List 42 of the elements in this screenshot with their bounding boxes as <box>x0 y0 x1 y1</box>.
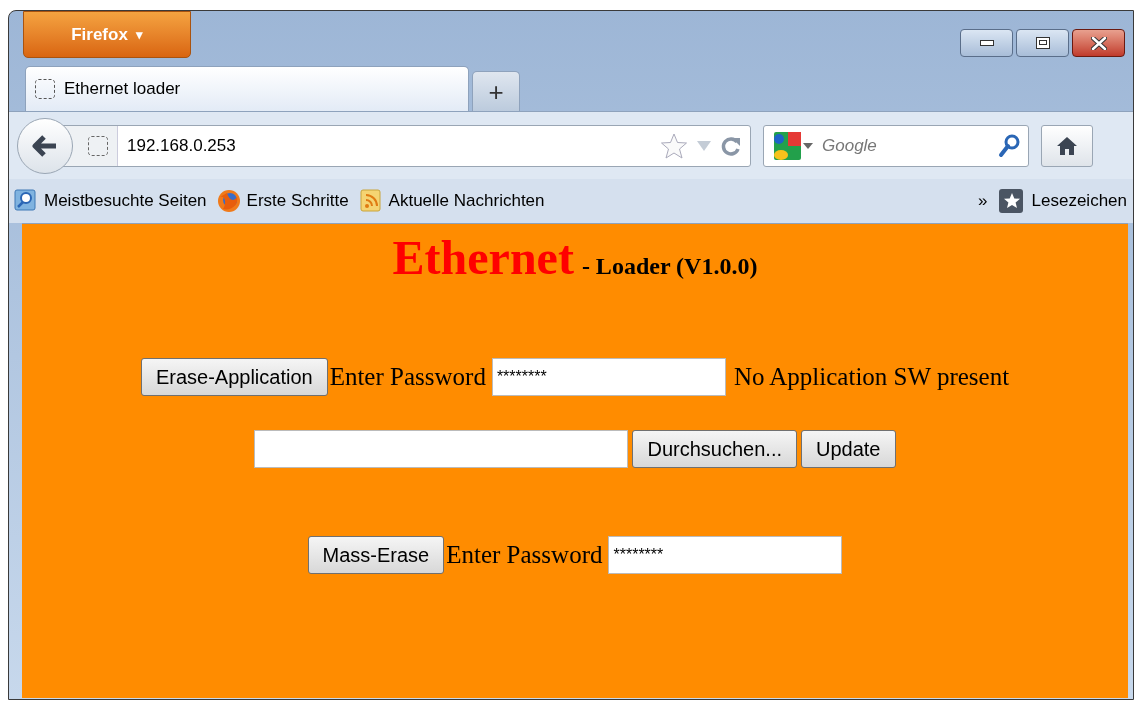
file-path-field[interactable] <box>254 430 629 468</box>
search-engine-icon <box>772 130 802 161</box>
bookmark-star-icon <box>660 131 688 160</box>
update-button[interactable]: Update <box>801 430 896 468</box>
page-icon <box>34 78 56 100</box>
password-label: Enter Password <box>329 362 486 393</box>
bookmarks-menu-link[interactable]: Lesezeichen <box>997 188 1127 214</box>
browser-tab[interactable]: Ethernet loader <box>25 66 469 111</box>
search-icon[interactable] <box>998 133 1020 158</box>
bookmark-link[interactable]: Erste Schritte <box>216 188 349 214</box>
status-text: No Application SW present <box>733 362 1010 393</box>
new-tab-button[interactable]: + <box>472 71 520 111</box>
close-button[interactable] <box>1072 29 1125 57</box>
globe-icon <box>216 189 241 213</box>
search-input[interactable]: Google <box>822 132 972 159</box>
bookmark-link[interactable]: Aktuelle Nachrichten <box>358 188 545 214</box>
maximize-icon <box>1035 37 1050 49</box>
url-text: 192.168.0.253 <box>127 134 236 157</box>
feed-icon <box>358 189 383 213</box>
password-field[interactable]: ******** <box>491 358 726 396</box>
site-identity-icon <box>86 134 109 157</box>
home-button[interactable] <box>1041 124 1093 167</box>
tab-title: Ethernet loader <box>64 78 181 101</box>
browse-button[interactable]: Durchsuchen... <box>632 430 797 468</box>
back-arrow-icon <box>32 134 58 157</box>
minimize-button[interactable] <box>960 29 1013 57</box>
search-field[interactable]: Google <box>763 124 1029 167</box>
reload-icon[interactable] <box>720 134 742 157</box>
mass-erase-button[interactable]: Mass-Erase <box>307 536 445 574</box>
password-field[interactable]: ******** <box>608 536 843 574</box>
maximize-button[interactable] <box>1016 29 1069 57</box>
bookmark-link[interactable]: Meistbesuchte Seiten <box>14 188 207 214</box>
bookmarks-overflow-button[interactable]: » <box>978 188 988 214</box>
dropdown-triangle-icon[interactable] <box>802 141 814 150</box>
erase-application-button[interactable]: Erase-Application <box>140 358 328 396</box>
minimize-icon <box>979 40 994 46</box>
page-title: Ethernet <box>392 234 574 282</box>
page-subtitle: - Loader (V1.0.0) <box>581 252 758 281</box>
search-bookmark-icon <box>14 189 38 213</box>
password-label: Enter Password <box>446 540 603 571</box>
close-icon <box>1090 36 1107 50</box>
home-icon <box>1056 135 1078 156</box>
